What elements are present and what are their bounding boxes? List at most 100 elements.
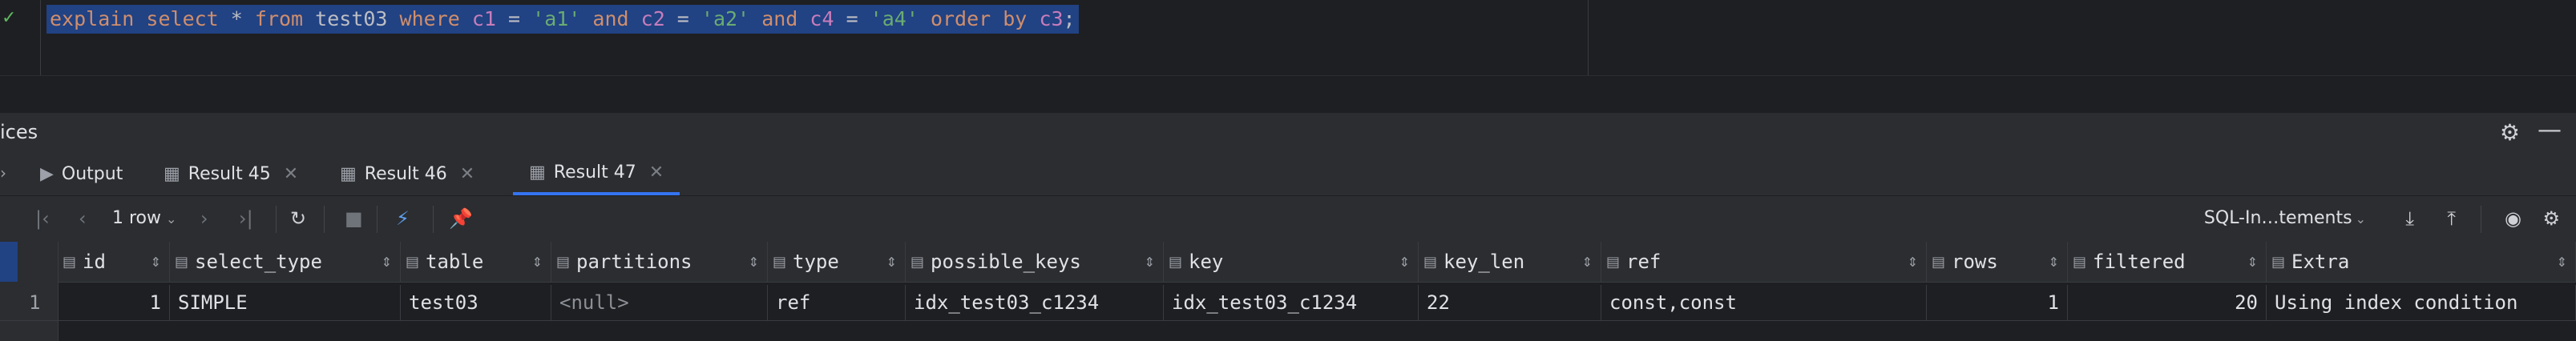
table-cell[interactable]: 22: [1419, 285, 1601, 320]
sql-token: 'a2': [701, 7, 750, 30]
column-header-possible_keys[interactable]: ▤ possible_keys ⇕: [906, 242, 1164, 282]
download-icon[interactable]: ⤓: [2405, 207, 2414, 230]
table-cell[interactable]: ref: [768, 285, 906, 320]
sort-icon[interactable]: ⇕: [886, 255, 897, 270]
chevron-right-icon[interactable]: ›: [0, 163, 6, 183]
transaction-mode-icon[interactable]: ⚡: [396, 207, 410, 230]
sort-icon[interactable]: ⇕: [1582, 255, 1593, 270]
gear-icon[interactable]: ⚙: [2500, 119, 2520, 146]
sql-token: *: [218, 7, 255, 30]
column-icon: ▤: [556, 253, 571, 271]
sql-statement[interactable]: explain select * from test03 where c1 = …: [46, 5, 1079, 34]
column-header-key[interactable]: ▤ key ⇕: [1164, 242, 1419, 282]
sql-token: 'a4': [870, 7, 919, 30]
column-header-filtered[interactable]: ▤ filtered ⇕: [2068, 242, 2267, 282]
sql-token: =: [664, 7, 701, 30]
minimize-icon[interactable]: —: [2538, 116, 2562, 144]
refresh-icon[interactable]: ↻: [290, 207, 306, 230]
services-title: ices: [0, 121, 38, 143]
pin-icon[interactable]: 📌: [449, 207, 473, 230]
column-header-select_type[interactable]: ▤ select_type ⇕: [170, 242, 401, 282]
stop-icon[interactable]: ■: [345, 207, 363, 230]
sql-editor[interactable]: ✓ explain select * from test03 where c1 …: [0, 0, 2576, 75]
table-cell[interactable]: const,const: [1601, 285, 1927, 320]
next-page-icon[interactable]: ›: [200, 207, 208, 230]
chevron-down-icon: ⌄: [2355, 211, 2366, 227]
table-cell[interactable]: Using index condition: [2267, 285, 2576, 320]
table-cell[interactable]: 1: [1927, 285, 2068, 320]
editor-empty-area[interactable]: [0, 75, 2576, 113]
first-page-icon[interactable]: |‹: [35, 207, 50, 230]
column-icon: ▤: [1423, 253, 1438, 271]
column-header-table[interactable]: ▤ table ⇕: [401, 242, 551, 282]
sort-icon[interactable]: ⇕: [2049, 255, 2059, 270]
toolbar-separator: [377, 206, 378, 233]
column-icon: ▤: [1932, 253, 1946, 271]
table-cell[interactable]: test03: [401, 285, 551, 320]
toolbar-separator: [324, 206, 325, 233]
column-label: ref: [1626, 251, 1661, 273]
table-cell[interactable]: 20: [2068, 285, 2267, 320]
tab-output[interactable]: ▶ Output: [40, 152, 123, 195]
sort-icon[interactable]: ⇕: [2247, 255, 2258, 270]
tab-result-46[interactable]: ▦ Result 46 ✕: [340, 152, 474, 195]
column-label: type: [793, 251, 839, 273]
table-cell[interactable]: <null>: [551, 285, 768, 320]
sql-token: where: [399, 7, 460, 30]
sql-token: explain: [50, 7, 135, 30]
output-icon: ▶: [40, 163, 54, 184]
tab-result-47[interactable]: ▦ Result 47 ✕: [513, 152, 680, 195]
column-label: key_len: [1443, 251, 1525, 273]
prev-page-icon[interactable]: ‹: [79, 207, 87, 230]
session-selector[interactable]: SQL-In…tements ⌄: [2204, 208, 2366, 228]
column-header-key_len[interactable]: ▤ key_len ⇕: [1419, 242, 1601, 282]
column-header-ref[interactable]: ▤ ref ⇕: [1601, 242, 1927, 282]
tab-label: Result 46: [364, 163, 447, 184]
column-header-type[interactable]: ▤ type ⇕: [768, 242, 906, 282]
rows-selector[interactable]: 1 row ⌄: [112, 208, 176, 228]
sort-icon[interactable]: ⇕: [151, 255, 161, 270]
sort-icon[interactable]: ⇕: [749, 255, 759, 270]
column-header-partitions[interactable]: ▤ partitions ⇕: [551, 242, 768, 282]
column-header-rows[interactable]: ▤ rows ⇕: [1927, 242, 2068, 282]
column-header-extra[interactable]: ▤ Extra ⇕: [2267, 242, 2576, 282]
grid-header: ▤ id ⇕ ▤ select_type ⇕ ▤ table ⇕ ▤ partitions ⇕ ▤ typ…: [0, 242, 2576, 283]
close-icon[interactable]: ✕: [649, 162, 664, 183]
select-all-corner[interactable]: [0, 242, 18, 282]
table-cell[interactable]: SIMPLE: [170, 285, 401, 320]
sql-token: 'a1': [532, 7, 581, 30]
sort-icon[interactable]: ⇕: [1399, 255, 1410, 270]
tab-result-45[interactable]: ▦ Result 45 ✕: [164, 152, 298, 195]
table-cell[interactable]: idx_test03_c1234: [1164, 285, 1419, 320]
table-cell[interactable]: idx_test03_c1234: [906, 285, 1164, 320]
sql-token: =: [495, 7, 533, 30]
column-icon: ▤: [910, 253, 925, 271]
services-panel-header: ices ⚙ —: [0, 112, 2576, 153]
close-icon[interactable]: ✕: [460, 164, 474, 184]
sort-icon[interactable]: ⇕: [1908, 255, 1918, 270]
gear-icon[interactable]: ⚙: [2542, 207, 2560, 230]
eye-icon[interactable]: ◉: [2505, 207, 2521, 230]
last-page-icon[interactable]: ›|: [239, 207, 253, 230]
column-icon: ▤: [2271, 253, 2286, 271]
upload-icon[interactable]: ⤒: [2447, 207, 2456, 230]
column-icon: ▤: [406, 253, 420, 271]
sort-icon[interactable]: ⇕: [382, 255, 392, 270]
toolbar-separator: [433, 206, 434, 233]
sql-token: and: [761, 7, 798, 30]
table-icon: ▦: [340, 163, 357, 184]
row-number[interactable]: 1: [29, 291, 40, 314]
chevron-down-icon: ⌄: [166, 211, 177, 227]
table-cell[interactable]: 1: [58, 285, 170, 320]
close-icon[interactable]: ✕: [284, 164, 298, 184]
sort-icon[interactable]: ⇕: [2557, 255, 2567, 270]
column-header-id[interactable]: ▤ id ⇕: [58, 242, 170, 282]
rows-label: 1 row: [112, 208, 162, 228]
sort-icon[interactable]: ⇕: [532, 255, 543, 270]
sort-icon[interactable]: ⇕: [1145, 255, 1155, 270]
